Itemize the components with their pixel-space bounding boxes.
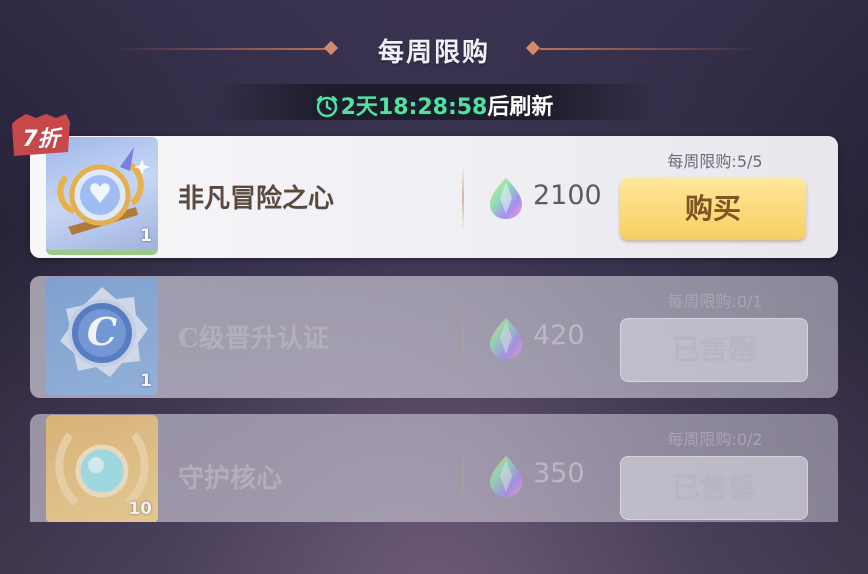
shop-item-row: 10 守护核心 350 每周限购:0/2 已售罄 <box>30 414 838 522</box>
title-decoration-right <box>540 48 760 50</box>
shop-item-row: 1 非凡冒险之心 2100 每周限购:5/5 购买 <box>30 136 838 258</box>
item-quantity: 1 <box>140 226 152 246</box>
page-title: 每周限购 <box>377 38 490 68</box>
row-divider <box>462 306 464 370</box>
timer-value: 2天18:28:58 <box>340 95 488 120</box>
timer-suffix: 后刷新 <box>487 95 554 120</box>
item-price: 2100 <box>533 180 602 211</box>
item-price: 350 <box>533 458 585 489</box>
item-name: 守护核心 <box>178 464 283 494</box>
item-name: 非凡冒险之心 <box>178 184 335 214</box>
item-quantity: 10 <box>128 499 152 519</box>
purchase-limit: 每周限购:5/5 <box>667 152 763 171</box>
crystal-gem-icon <box>490 178 522 219</box>
sold-out-button[interactable]: 已售罄 <box>620 456 808 520</box>
item-quantity: 1 <box>140 371 152 391</box>
crystal-gem-icon <box>490 456 522 497</box>
item-name: C级晋升认证 <box>178 324 329 354</box>
item-price: 420 <box>533 320 585 351</box>
refresh-timer: 2天18:28:58后刷新 <box>214 84 654 120</box>
item-slot[interactable]: C 1 <box>46 277 158 395</box>
sold-out-button[interactable]: 已售罄 <box>620 318 808 382</box>
shop-item-row: C 1 C级晋升认证 420 每周限购:0/1 已售罄 <box>30 276 838 398</box>
discount-label: 7折 <box>22 127 60 152</box>
buy-button[interactable]: 购买 <box>620 178 806 240</box>
shop-header: 每周限购 <box>0 28 868 72</box>
clock-icon <box>316 95 337 118</box>
row-divider <box>462 444 464 508</box>
item-slot[interactable]: 10 <box>46 415 158 522</box>
svg-text:C: C <box>87 309 117 354</box>
row-divider <box>462 166 464 230</box>
discount-badge: 7折 <box>10 112 72 160</box>
purchase-limit: 每周限购:0/1 <box>667 292 763 311</box>
crystal-gem-icon <box>490 318 522 359</box>
purchase-limit: 每周限购:0/2 <box>667 430 763 449</box>
